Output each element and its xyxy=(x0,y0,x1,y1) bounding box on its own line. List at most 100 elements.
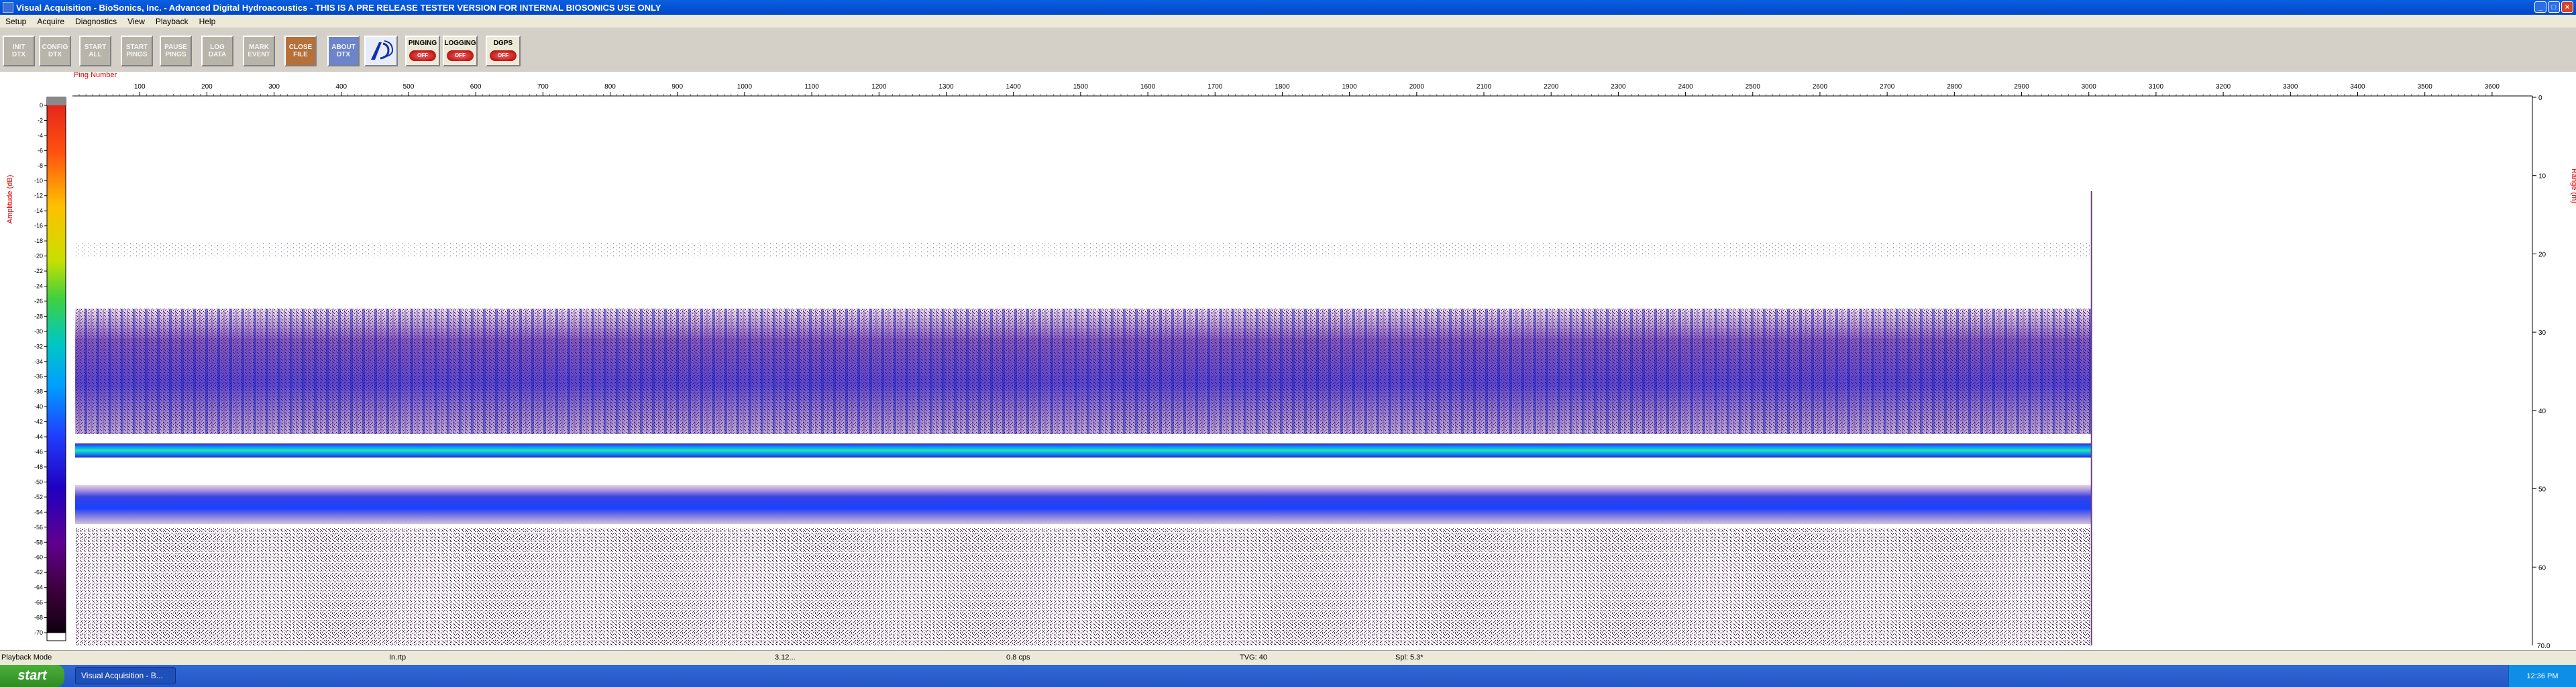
button-label-line2: EVENT xyxy=(248,51,270,58)
x-tick-label: 100 xyxy=(134,83,146,91)
button-label-line2: DTX xyxy=(48,51,62,58)
indicator-label: PINGING xyxy=(408,40,437,47)
x-tick-label: 2000 xyxy=(1409,83,1425,91)
range-tick-label: 10 xyxy=(2538,173,2546,180)
logging-indicator: LOGGING OFF xyxy=(443,36,478,66)
start-pings-button[interactable]: START PINGS xyxy=(121,36,153,66)
color-tick-label: -42 xyxy=(34,419,43,425)
color-tick-label: -38 xyxy=(34,388,43,395)
color-tick-label: -10 xyxy=(34,177,43,184)
color-scale-cap xyxy=(47,97,66,105)
menu-setup[interactable]: Setup xyxy=(0,17,32,26)
biosonics-logo-icon[interactable] xyxy=(364,36,398,66)
x-tick-label: 2100 xyxy=(1477,83,1492,91)
status-tvg: TVG: 40 xyxy=(1240,653,1267,662)
color-tick-label: -26 xyxy=(34,298,43,305)
x-tick-label: 3600 xyxy=(2485,83,2500,91)
pause-pings-button[interactable]: PAUSE PINGS xyxy=(160,36,192,66)
about-dtx-button[interactable]: ABOUT DTX xyxy=(327,36,360,66)
status-bar: Playback Mode In.rtp 3.12... 0.8 cps TVG… xyxy=(0,650,2576,666)
x-tick-label: 500 xyxy=(403,83,415,91)
color-tick-label: -2 xyxy=(38,117,43,123)
range-tick-label: 60 xyxy=(2538,564,2546,572)
color-tick-label: -4 xyxy=(38,132,43,139)
dgps-indicator: DGPS OFF xyxy=(486,36,521,66)
mark-event-button[interactable]: MARK EVENT xyxy=(243,36,275,66)
range-tick-label: 40 xyxy=(2538,408,2546,415)
x-tick-label: 2200 xyxy=(1544,83,1559,91)
status-spl: Spl: 5.3* xyxy=(1395,653,1424,662)
button-label-line2: DTX xyxy=(337,51,350,58)
config-dtx-button[interactable]: CONFIG DTX xyxy=(39,36,71,66)
color-scale-floor xyxy=(46,632,66,641)
menu-bar: Setup Acquire Diagnostics View Playback … xyxy=(0,15,2576,28)
button-label-line1: MARK xyxy=(249,44,269,51)
echo-band-strong xyxy=(75,443,2092,458)
menu-acquire[interactable]: Acquire xyxy=(32,17,70,26)
x-tick-label: 600 xyxy=(470,83,482,91)
x-tick-label: 1400 xyxy=(1006,83,1022,91)
x-tick-label: 1100 xyxy=(804,83,819,91)
color-tick-label: -32 xyxy=(34,343,43,350)
color-tick-label: -24 xyxy=(34,282,43,289)
color-tick-label: -22 xyxy=(34,268,43,274)
button-label-line2: PINGS xyxy=(126,51,148,58)
button-label-line1: INIT xyxy=(12,44,25,51)
x-tick-label: 1900 xyxy=(1342,83,1358,91)
color-tick-label: -14 xyxy=(34,207,43,214)
x-tick-label: 3500 xyxy=(2418,83,2433,91)
status-ping-rate: 0.8 cps xyxy=(1006,653,1030,662)
color-tick-label: -66 xyxy=(34,599,43,606)
button-label-line2: FILE xyxy=(293,51,308,58)
button-label-line1: START xyxy=(125,44,148,51)
echogram-panel: Ping Number Amplitude (dB) Range (m) 0 -2… xyxy=(0,71,2576,650)
start-all-button[interactable]: START ALL xyxy=(79,36,111,66)
button-label-line1: START xyxy=(84,44,107,51)
minimize-button[interactable]: _ xyxy=(2534,1,2546,13)
taskbar-item-visual-acquisition[interactable]: Visual Acquisition - B... xyxy=(75,667,176,684)
indicator-label: DGPS xyxy=(493,40,513,47)
color-tick-label: -68 xyxy=(34,615,43,621)
menu-help[interactable]: Help xyxy=(194,17,221,26)
close-file-button[interactable]: CLOSE FILE xyxy=(284,36,317,66)
color-tick-label: -62 xyxy=(34,569,43,576)
x-tick-label: 2600 xyxy=(1813,83,1828,91)
indicator-lamp: OFF xyxy=(409,50,436,61)
init-dtx-button[interactable]: INIT DTX xyxy=(3,36,35,66)
start-button[interactable]: start xyxy=(0,665,64,687)
menu-view[interactable]: View xyxy=(122,17,150,26)
color-tick-label: -56 xyxy=(34,524,43,531)
button-label-line1: CLOSE xyxy=(288,44,313,51)
amplitude-axis-label: Amplitude (dB) xyxy=(6,175,14,224)
x-tick-label: 200 xyxy=(201,83,213,91)
color-tick-label: -46 xyxy=(34,449,43,456)
color-tick-label: -64 xyxy=(34,584,43,591)
x-tick-label: 1800 xyxy=(1275,83,1290,91)
x-tick-label: 700 xyxy=(537,83,549,91)
toolbar: INIT DTX CONFIG DTX START ALL START PINGS PAUSE P… xyxy=(0,28,2576,72)
log-data-button[interactable]: LOG DATA xyxy=(201,36,233,66)
echo-band-weak xyxy=(75,242,2092,258)
taskbar: start Visual Acquisition - B... 12:36 PM xyxy=(0,665,2576,687)
maximize-button[interactable]: □ xyxy=(2548,1,2560,13)
color-tick-label: -50 xyxy=(34,478,43,485)
range-axis-ticks: 0 10 20 30 40 50 60 70.0 xyxy=(2532,95,2551,650)
button-label-line2: ALL xyxy=(89,51,102,58)
window-controls: _ □ × xyxy=(2534,1,2573,13)
range-tick-label: 30 xyxy=(2538,329,2546,337)
clock: 12:36 PM xyxy=(2526,672,2559,680)
close-button[interactable]: × xyxy=(2561,1,2573,13)
status-file: In.rtp xyxy=(389,653,407,662)
indicator-lamp: OFF xyxy=(490,50,517,61)
window-title: Visual Acquisition - BioSonics, Inc. - A… xyxy=(16,2,661,13)
color-tick-label: -60 xyxy=(34,554,43,561)
menu-playback[interactable]: Playback xyxy=(150,17,194,26)
x-tick-label: 3000 xyxy=(2082,83,2097,91)
x-tick-label: 400 xyxy=(335,83,347,91)
x-tick-label: 3200 xyxy=(2216,83,2231,91)
button-label-line2: PINGS xyxy=(165,51,186,58)
range-axis-label: Range (m) xyxy=(2570,168,2576,203)
color-tick-label: -54 xyxy=(34,509,43,515)
color-tick-label: -6 xyxy=(38,147,43,154)
menu-diagnostics[interactable]: Diagnostics xyxy=(70,17,122,26)
